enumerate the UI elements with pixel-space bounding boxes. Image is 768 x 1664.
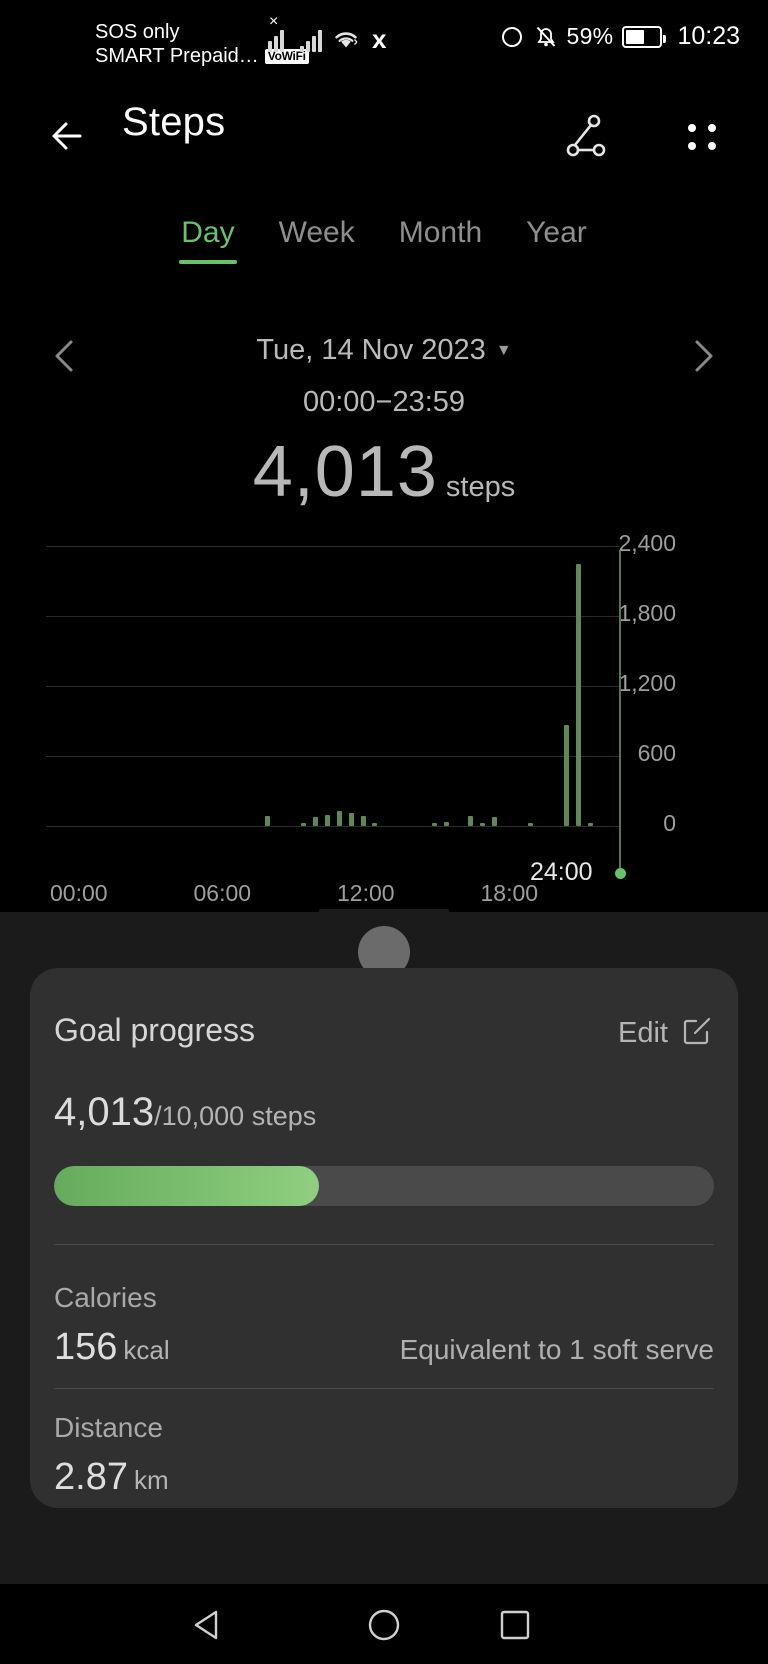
time-range-label: 00:00−23:59 [302,386,466,418]
edit-goal-label: Edit [618,1017,668,1049]
chart-bar [336,810,342,826]
chart-bar [432,822,438,826]
signal-bars-icon [300,28,322,52]
battery-icon [622,25,667,48]
battery-percent-label: 59% [566,23,614,49]
calories-value-row: 156 kcal [54,1326,170,1369]
steps-total-value: 4,013 [252,432,438,512]
goal-progress-card: Goal progress Edit 4,013/10,000 steps Ca… [30,968,738,1508]
calories-unit: kcal [123,1335,170,1365]
steps-chart[interactable]: 0 600 1,200 1,800 2,400 24:00 00:00 06:00 12:0… [0,520,768,920]
nav-back-triangle-icon[interactable] [182,1598,236,1652]
chart-bar [587,822,593,826]
system-nav-bar [0,1584,768,1664]
chart-y-axis-labels: 0 600 1,200 1,800 2,400 [618,520,758,836]
chart-bar [527,823,533,826]
tab-year[interactable]: Year [504,216,609,250]
page-title: Steps [122,100,226,144]
chevron-down-icon: ▼ [495,342,512,359]
details-sheet: Goal progress Edit 4,013/10,000 steps Ca… [0,909,768,1584]
share-nodes-icon[interactable] [558,108,614,164]
goal-card-title: Goal progress [54,1012,255,1048]
x-axis-tick: 18:00 [480,880,539,906]
chart-bar [372,823,378,826]
x-axis-tick: 06:00 [193,880,252,906]
status-clock: 10:23 [677,22,740,50]
chart-plot-area [46,546,620,827]
next-day-button[interactable] [680,332,724,380]
goal-progress-text: 4,013/10,000 steps [54,1090,316,1135]
x-app-icon: x [372,24,387,54]
distance-label: Distance [54,1412,163,1443]
date-label-text: Tue, 14 Nov 2023 [256,334,486,366]
goal-progress-fill [54,1166,319,1206]
period-tabs: Day Week Month Year [0,216,768,276]
edit-goal-button[interactable]: Edit [618,1014,714,1053]
wifi-icon [332,28,360,52]
calories-note: Equivalent to 1 soft serve [399,1334,714,1365]
y-axis-tick: 0 [663,810,676,836]
signal-no-service-icon: × [268,14,290,52]
distance-unit: km [133,1465,169,1495]
status-right-group: 59% 10:23 [499,22,740,51]
y-axis-tick: 2,400 [618,530,676,556]
back-button[interactable] [44,110,100,162]
app-bar: Steps [0,92,768,180]
chart-bar [468,816,474,826]
chart-bar [348,813,354,826]
goal-target-text: /10,000 steps [154,1101,317,1131]
y-axis-tick: 1,200 [618,670,676,696]
divider-1 [54,1244,714,1245]
x-axis-tick: 12:00 [337,880,395,906]
date-navigator: Tue, 14 Nov 2023 ▼ [0,330,768,382]
chart-bar [360,816,366,826]
chart-bar [324,814,330,826]
goal-current-value: 4,013 [54,1090,155,1134]
eye-comfort-icon [499,24,525,50]
chart-bar [300,823,306,826]
nav-recents-square-icon[interactable] [488,1598,542,1652]
status-bar: SOS only SMART Prepaid… VoWiFi × x 59% 1… [0,0,768,80]
status-signal-group: × x [268,14,387,54]
chart-now-dot [615,868,626,879]
chart-bar [264,815,270,826]
steps-total: 4,013 steps [0,436,768,508]
chart-bar [444,821,450,826]
chart-bar [480,823,486,826]
calories-value: 156 [54,1326,118,1368]
tab-week[interactable]: Week [257,216,377,250]
chart-bar [563,724,569,826]
distance-value-row: 2.87 km [54,1456,169,1499]
y-axis-tick: 600 [637,740,676,766]
chart-bar [492,816,498,826]
chart-bar [575,563,581,826]
chart-bar [312,817,318,826]
edit-square-icon [680,1014,714,1053]
tab-month[interactable]: Month [377,216,504,250]
tab-day[interactable]: Day [159,216,256,250]
divider-2 [54,1388,714,1389]
goal-progress-bar [54,1166,714,1206]
nav-home-circle-icon[interactable] [357,1598,411,1652]
phone-screen: SOS only SMART Prepaid… VoWiFi × x 59% 1… [0,0,768,1664]
more-options-icon[interactable] [674,108,730,164]
carrier-line-2: SMART Prepaid… [95,45,259,68]
chart-bars [46,546,620,826]
goal-card-header: Goal progress Edit [54,1012,714,1056]
chart-now-line [619,550,621,868]
y-axis-tick: 1,800 [618,600,676,626]
steps-total-unit: steps [445,471,516,503]
distance-value: 2.87 [54,1456,128,1498]
gridline [46,826,620,827]
calories-label: Calories [54,1282,157,1313]
date-selector[interactable]: Tue, 14 Nov 2023 ▼ [0,334,768,367]
mute-bell-icon [534,24,558,50]
x-axis-tick: 00:00 [50,880,108,906]
